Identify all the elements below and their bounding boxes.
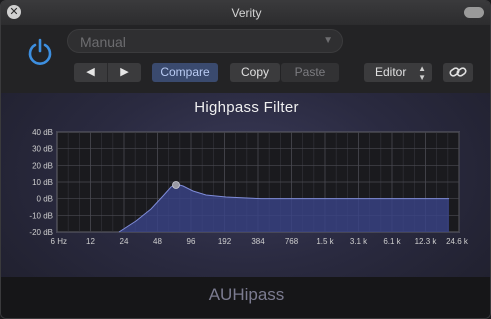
view-selector-label: Editor <box>375 65 407 79</box>
view-selector-dropdown[interactable]: Editor ▲ ▼ <box>364 63 432 82</box>
y-axis-label: 0 dB <box>37 195 53 204</box>
x-axis-label: 3.1 k <box>350 237 368 246</box>
x-axis-label: 6.1 k <box>383 237 401 246</box>
plugin-view: Highpass Filter 40 dB 30 dB 20 dB 10 dB 0 dB… <box>1 93 491 318</box>
previous-preset-button[interactable]: ◀ <box>74 63 108 82</box>
next-preset-button[interactable]: ▶ <box>108 63 141 82</box>
x-axis-label: 1.5 k <box>316 237 334 246</box>
y-axis-label: -20 dB <box>29 228 53 237</box>
plugin-header: Manual ▼ ◀ ▶ Compare Copy Paste Editor ▲… <box>1 25 490 93</box>
x-axis-label: 6 Hz <box>51 237 67 246</box>
y-axis-label: -10 dB <box>29 211 53 220</box>
plugin-window: ✕ Verity Manual ▼ ◀ ▶ Compare Copy Paste… <box>0 0 491 319</box>
preset-value: Manual <box>80 34 126 50</box>
preset-dropdown[interactable]: Manual ▼ <box>67 29 343 53</box>
preset-navigation: ◀ ▶ <box>74 63 141 82</box>
x-axis-label: 192 <box>218 237 232 246</box>
x-axis-label: 96 <box>187 237 196 246</box>
up-down-arrows-icon: ▲ ▼ <box>418 64 426 82</box>
chevron-down-icon: ▼ <box>323 35 333 46</box>
power-button[interactable] <box>25 37 55 67</box>
y-axis-label: 40 dB <box>32 128 53 137</box>
window-title: Verity <box>231 6 262 20</box>
x-axis-label: 48 <box>153 237 162 246</box>
toolbar-toggle-button[interactable] <box>464 7 484 18</box>
x-axis-label: 12 <box>86 237 95 246</box>
power-icon <box>28 38 52 65</box>
y-axis-label: 30 dB <box>32 145 53 154</box>
paste-button[interactable]: Paste <box>281 63 339 82</box>
y-axis-labels: 40 dB 30 dB 20 dB 10 dB 0 dB -10 dB -20 dB <box>29 128 53 237</box>
link-icon <box>449 67 467 77</box>
x-axis-labels: 6 Hz 12 24 48 96 192 384 768 1.5 k 3.1 k 6.1 k 12.3… <box>51 237 469 246</box>
compare-button[interactable]: Compare <box>152 63 218 82</box>
x-axis-label: 24.6 k <box>446 237 469 246</box>
x-axis-label: 24 <box>120 237 129 246</box>
y-axis-label: 10 dB <box>32 178 53 187</box>
copy-button[interactable]: Copy <box>230 63 280 82</box>
frequency-response-graph[interactable]: 40 dB 30 dB 20 dB 10 dB 0 dB -10 dB -20 dB 6 H… <box>1 93 491 277</box>
y-axis-label: 20 dB <box>32 161 53 170</box>
x-axis-label: 768 <box>285 237 299 246</box>
x-axis-label: 384 <box>251 237 265 246</box>
x-axis-label: 12.3 k <box>415 237 438 246</box>
link-button[interactable] <box>443 63 473 82</box>
cutoff-handle[interactable] <box>172 181 180 189</box>
title-bar: ✕ Verity <box>1 1 490 25</box>
plugin-name: AUHipass <box>208 285 285 304</box>
